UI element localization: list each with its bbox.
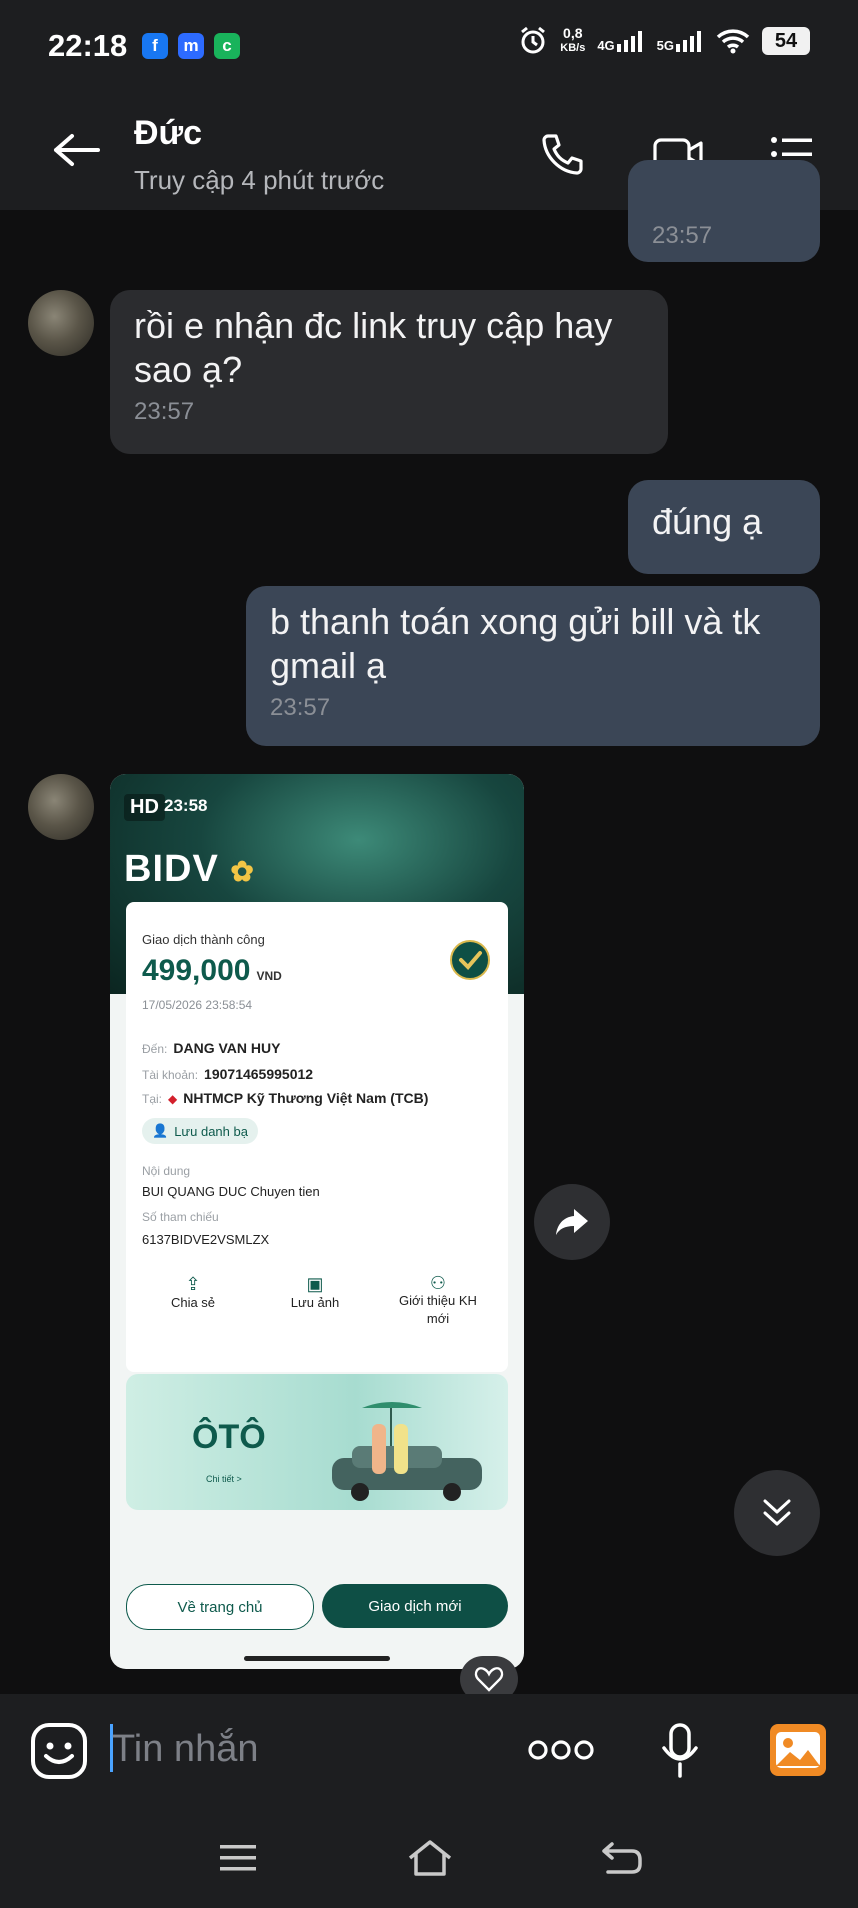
new-transaction-button[interactable]: Giao dịch mới bbox=[322, 1584, 508, 1628]
promo-banner[interactable]: ÔTÔ Chi tiết > bbox=[126, 1374, 508, 1510]
bidv-flower-icon: ✿ bbox=[230, 856, 255, 887]
status-time: 22:18 bbox=[48, 28, 128, 63]
save-image-action[interactable]: ▣ Lưu ảnh bbox=[270, 1274, 360, 1310]
image-gallery-icon[interactable] bbox=[768, 1722, 828, 1778]
transaction-status: Giao dịch thành công bbox=[142, 932, 265, 947]
image-save-icon: ▣ bbox=[306, 1274, 324, 1294]
signal-bars-icon bbox=[616, 31, 642, 52]
messenger-app-icon: m bbox=[178, 33, 204, 59]
receipt-status-time: 23:58 bbox=[164, 796, 208, 815]
signal-4g: 4G bbox=[597, 30, 644, 52]
more-options-icon[interactable] bbox=[528, 1738, 594, 1762]
save-contact-button[interactable]: 👤 Lưu danh bạ bbox=[142, 1118, 258, 1144]
account-row: Tài khoản: 19071465995012 bbox=[142, 1066, 314, 1082]
recipient-row: Đến: DANG VAN HUY bbox=[142, 1040, 281, 1056]
tcb-logo-icon: ◆ bbox=[168, 1092, 178, 1106]
transaction-card: Giao dịch thành công 499,000 VND 17/05/2… bbox=[126, 902, 508, 1372]
transaction-datetime: 17/05/2026 23:58:54 bbox=[142, 998, 253, 1012]
message-input[interactable]: Tin nhắn bbox=[112, 1728, 258, 1771]
signal-5g: 5G bbox=[657, 30, 704, 52]
battery-indicator: 54 bbox=[762, 27, 810, 55]
signal-bars-icon bbox=[676, 31, 701, 52]
content-label: Nội dung bbox=[142, 1164, 191, 1178]
message-text: rồi e nhận đc link truy cập hay sao ạ? bbox=[134, 305, 613, 390]
home-icon[interactable] bbox=[406, 1838, 454, 1878]
wifi-icon bbox=[716, 29, 750, 54]
share-icon: ⇪ bbox=[185, 1274, 201, 1294]
phone-app-icon: c bbox=[214, 33, 240, 59]
message-bubble-incoming[interactable]: rồi e nhận đc link truy cập hay sao ạ? 2… bbox=[110, 290, 668, 454]
scroll-to-bottom-button[interactable] bbox=[734, 1470, 820, 1556]
person-icon: 👤 bbox=[152, 1123, 169, 1138]
back-nav-icon[interactable] bbox=[600, 1840, 644, 1876]
phone-call-icon[interactable] bbox=[538, 130, 586, 178]
promo-title: ÔTÔ bbox=[192, 1418, 266, 1456]
heart-icon bbox=[474, 1667, 504, 1692]
hd-badge: HD bbox=[124, 794, 165, 821]
bank-row: Tại: ◆ NHTMCP Kỹ Thương Việt Nam (TCB) bbox=[142, 1090, 429, 1106]
home-indicator bbox=[244, 1656, 390, 1661]
message-bubble-outgoing[interactable]: b thanh toán xong gửi bill và tk gmail ạ… bbox=[246, 586, 820, 746]
recent-apps-icon[interactable] bbox=[218, 1842, 258, 1874]
back-home-button[interactable]: Về trang chủ bbox=[126, 1584, 314, 1630]
reference-label: Số tham chiếu bbox=[142, 1210, 219, 1224]
refer-customer-action[interactable]: ⚇ Giới thiệu KH mới bbox=[388, 1274, 488, 1328]
share-forward-icon bbox=[556, 1209, 588, 1235]
message-time: 23:57 bbox=[652, 222, 713, 249]
alarm-icon bbox=[521, 26, 546, 54]
reference-value: 6137BIDVE2VSMLZX bbox=[142, 1232, 270, 1247]
add-user-icon: ⚇ bbox=[429, 1273, 447, 1293]
message-text: đúng ạ bbox=[652, 501, 763, 542]
share-action[interactable]: ⇪ Chia sẻ bbox=[148, 1274, 238, 1310]
microphone-icon[interactable] bbox=[660, 1722, 700, 1780]
success-check-icon bbox=[450, 940, 490, 980]
status-right: 0,8 KB/s 4G 5G 54 bbox=[518, 26, 810, 56]
forward-button[interactable] bbox=[534, 1184, 610, 1260]
sticker-icon[interactable] bbox=[30, 1722, 88, 1780]
message-time: 23:57 bbox=[270, 694, 331, 721]
promo-detail-link[interactable]: Chi tiết > bbox=[206, 1474, 242, 1484]
content-value: BUI QUANG DUC Chuyen tien bbox=[142, 1184, 320, 1199]
receipt-image-message[interactable]: HD 23:58 BIDV ✿ Giao dịch thành công 499… bbox=[110, 774, 524, 1669]
bidv-logo: BIDV ✿ bbox=[124, 848, 255, 890]
transaction-amount: 499,000 VND bbox=[142, 954, 282, 987]
double-chevron-down-icon bbox=[763, 1499, 791, 1526]
message-bubble-outgoing[interactable]: đúng ạ bbox=[628, 480, 820, 574]
facebook-app-icon: f bbox=[142, 33, 168, 59]
contact-avatar[interactable] bbox=[28, 290, 94, 356]
message-bubble-outgoing[interactable]: 23:57 bbox=[628, 160, 820, 262]
contact-avatar[interactable] bbox=[28, 774, 94, 840]
message-text: b thanh toán xong gửi bill và tk gmail ạ bbox=[270, 601, 761, 686]
back-arrow-icon[interactable] bbox=[50, 130, 102, 170]
contact-name[interactable]: Đức bbox=[134, 114, 202, 153]
message-time: 23:57 bbox=[134, 398, 195, 425]
last-seen-status: Truy cập 4 phút trước bbox=[134, 165, 385, 195]
network-speed: 0,8 KB/s bbox=[560, 25, 586, 55]
car-promo-illustration bbox=[332, 1402, 482, 1501]
